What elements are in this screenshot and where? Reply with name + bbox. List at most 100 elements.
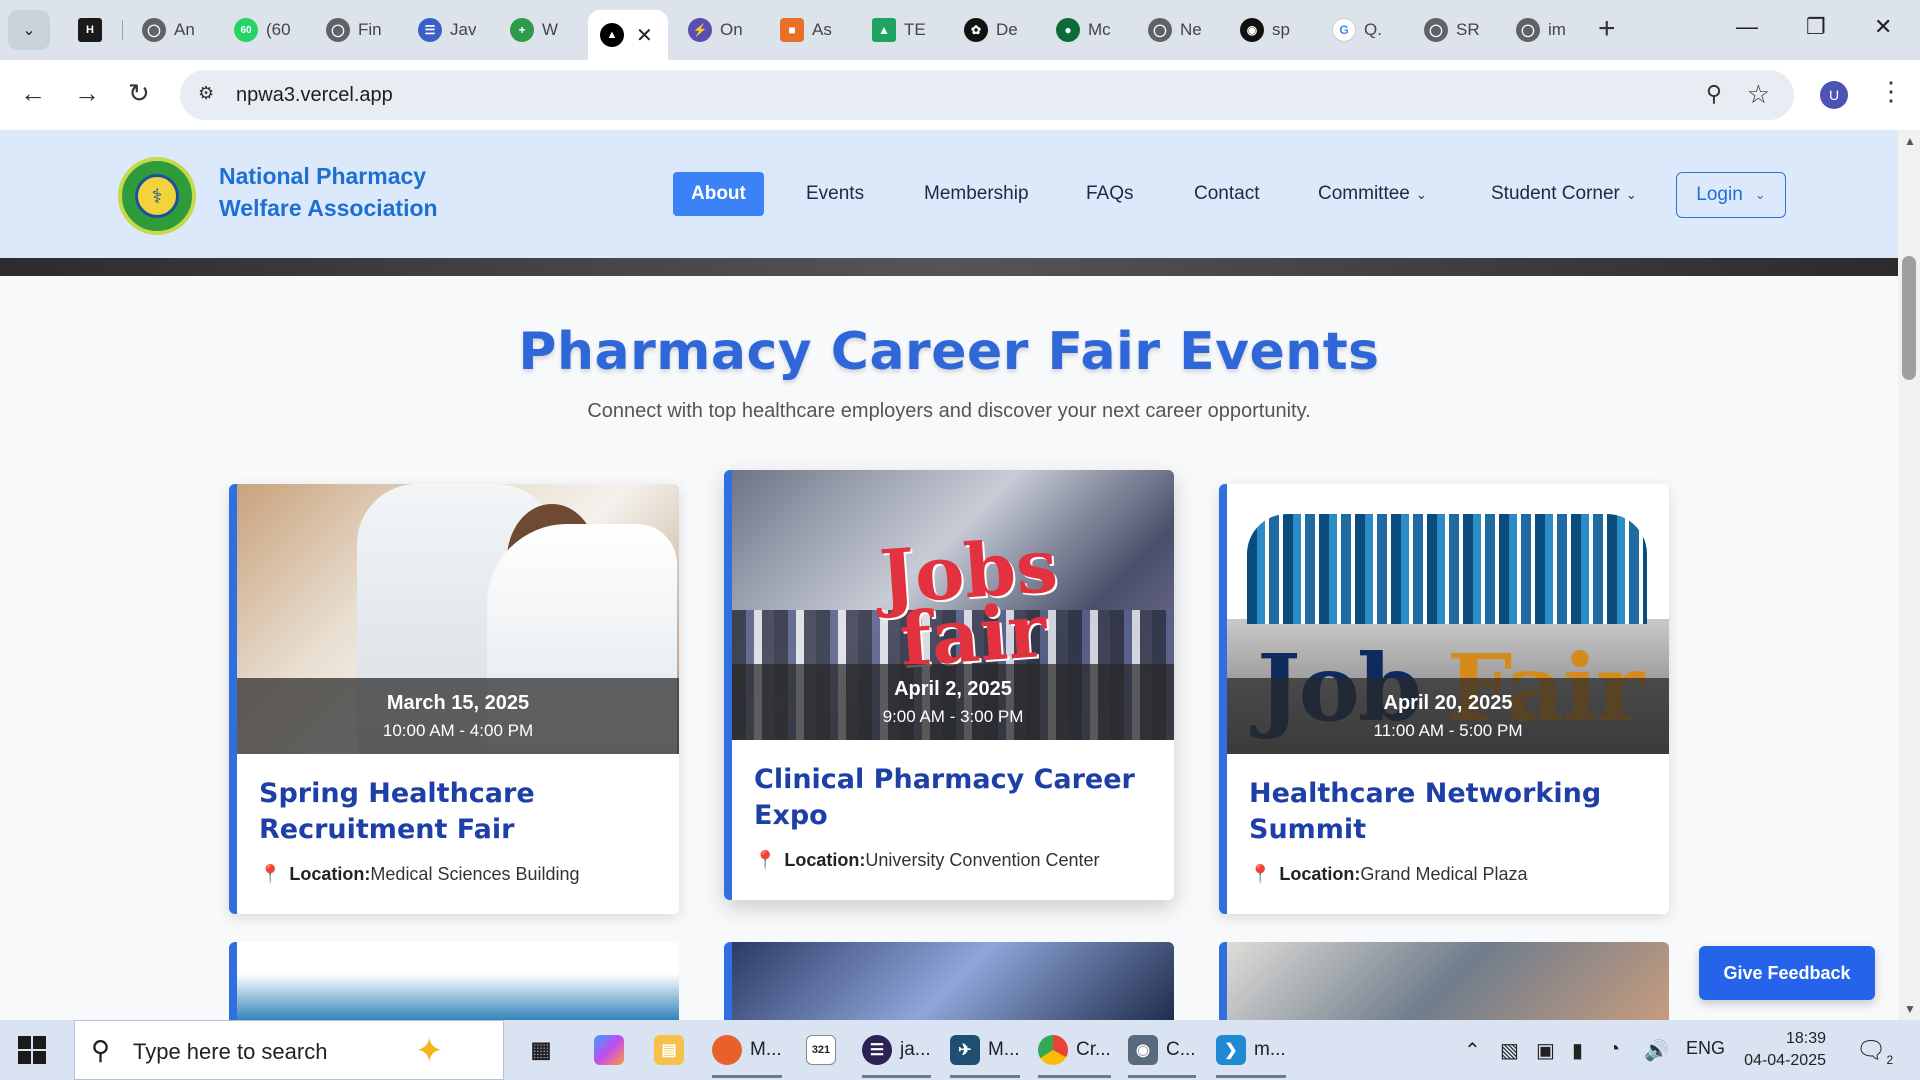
eclipse-icon: ☰ <box>862 1035 892 1065</box>
tab-search-button[interactable]: ⌄ <box>8 10 50 50</box>
taskbar-app-calendar[interactable]: 321 <box>806 1032 836 1068</box>
volume-icon[interactable]: 🔊 <box>1644 1038 1669 1063</box>
brand-name[interactable]: National Pharmacy Welfare Association <box>219 160 459 224</box>
nav-membership[interactable]: Membership <box>924 172 1029 216</box>
display-icon[interactable]: ▣ <box>1536 1038 1555 1063</box>
location-pin-icon: 📍 <box>754 850 777 870</box>
file-explorer-button[interactable]: ▤ <box>654 1032 684 1068</box>
taskbar-app-firefox[interactable]: M... <box>712 1032 782 1078</box>
site-info-icon[interactable]: ⚙ <box>198 83 214 104</box>
tab-title: Fin <box>358 20 382 39</box>
event-card-partial[interactable] <box>724 942 1174 1020</box>
tab-title: Ne <box>1180 20 1202 39</box>
location-label: Location: <box>289 864 371 884</box>
location-value: Grand Medical Plaza <box>1360 864 1528 884</box>
wifi-icon[interactable]: ◔ <box>1608 1038 1620 1061</box>
scroll-down-icon[interactable]: ▼ <box>1904 1002 1916 1016</box>
image-detail <box>1247 514 1647 624</box>
browser-tab[interactable]: 60 (60 <box>222 10 310 50</box>
event-location: 📍 Location:University Convention Center <box>754 850 1152 871</box>
back-icon[interactable]: ← <box>20 78 46 109</box>
tab-title: im <box>1548 20 1566 39</box>
give-feedback-button[interactable]: Give Feedback <box>1699 946 1875 1000</box>
page-scrollbar[interactable]: ▲ ▼ <box>1898 130 1920 1020</box>
copilot-button[interactable] <box>594 1032 624 1068</box>
address-bar[interactable]: ⚙ npwa3.vercel.app ⚲ ☆ <box>180 70 1794 120</box>
event-card-partial[interactable] <box>229 942 679 1020</box>
login-button[interactable]: Login ⌄ <box>1676 172 1786 218</box>
taskbar-app-vscode[interactable]: ❯ m... <box>1216 1032 1286 1078</box>
browser-tab[interactable]: ■ As <box>768 10 856 50</box>
chevron-down-icon: ⌄ <box>22 22 36 39</box>
scrollbar-thumb[interactable] <box>1902 256 1916 380</box>
nav-faqs[interactable]: FAQs <box>1086 172 1134 216</box>
browser-tab[interactable]: ◉ sp <box>1228 10 1316 50</box>
nav-student-corner[interactable]: Student Corner ⌄ <box>1491 172 1637 217</box>
nav-events[interactable]: Events <box>806 172 864 216</box>
language-indicator[interactable]: ENG <box>1686 1038 1725 1059</box>
bookmark-star-icon[interactable]: ☆ <box>1747 79 1770 110</box>
notification-center-icon[interactable]: 🗨2 <box>1856 1036 1893 1067</box>
new-tab-button[interactable]: + <box>1598 14 1616 44</box>
event-title: Clinical Pharmacy Career Expo <box>754 764 1135 831</box>
forward-icon[interactable]: → <box>74 78 100 109</box>
url-text[interactable]: npwa3.vercel.app <box>236 84 393 107</box>
zoom-icon[interactable]: ⚲ <box>1706 81 1722 107</box>
taskbar-app-camera[interactable]: ◉ C... <box>1128 1032 1196 1078</box>
browser-tab[interactable]: G Q. <box>1320 10 1408 50</box>
browser-tab[interactable]: ◯ An <box>130 10 218 50</box>
browser-tab[interactable]: ⚡ On <box>676 10 764 50</box>
taskbar-app-chrome[interactable]: Cr... <box>1038 1032 1111 1078</box>
nav-about[interactable]: About <box>673 172 764 216</box>
browser-tab[interactable]: ▲ TE <box>860 10 948 50</box>
browser-tab[interactable]: ◯ Fin <box>314 10 402 50</box>
event-time: 9:00 AM - 3:00 PM <box>882 707 1024 726</box>
windows-start-icon[interactable] <box>18 1036 46 1064</box>
meet-now-icon[interactable]: ▧ <box>1500 1038 1519 1063</box>
taskbar-app-eclipse[interactable]: ☰ ja... <box>862 1032 931 1078</box>
minimize-icon[interactable]: — <box>1736 14 1758 40</box>
taskbar-clock[interactable]: 18:39 04-04-2025 <box>1736 1028 1826 1072</box>
whatsapp-icon: 60 <box>234 18 258 42</box>
reload-icon[interactable]: ↻ <box>128 78 150 109</box>
browser-tab[interactable]: ✿ De <box>952 10 1040 50</box>
profile-avatar[interactable]: U <box>1820 81 1848 109</box>
taskbar-search[interactable]: ⚲ Type here to search ✦ <box>74 1020 504 1080</box>
vercel-icon: ▲ <box>600 23 624 47</box>
mysql-icon: ✈ <box>950 1035 980 1065</box>
battery-icon[interactable]: ▮ <box>1572 1038 1583 1063</box>
event-card[interactable]: March 15, 2025 10:00 AM - 4:00 PM Spring… <box>229 484 679 914</box>
event-card[interactable]: Jobs fair April 2, 2025 9:00 AM - 3:00 P… <box>724 470 1174 900</box>
caduceus-icon: ⚕ <box>135 174 179 218</box>
event-card-partial[interactable] <box>1219 942 1669 1020</box>
location-pin-icon: 📍 <box>259 864 282 884</box>
browser-tab-active[interactable]: ▲ ✕ <box>588 10 668 60</box>
event-card[interactable]: Job Fair April 20, 2025 11:00 AM - 5:00 … <box>1219 484 1669 914</box>
chevron-up-icon[interactable]: ⌃ <box>1464 1038 1481 1063</box>
nav-committee[interactable]: Committee ⌄ <box>1318 172 1427 217</box>
nav-contact[interactable]: Contact <box>1194 172 1259 216</box>
tab-title: (60 <box>266 20 291 39</box>
browser-tab[interactable]: H <box>66 10 112 50</box>
browser-tab[interactable]: ◯ SR <box>1412 10 1500 50</box>
copilot-icon <box>594 1035 624 1065</box>
location-label: Location: <box>784 850 866 870</box>
chevron-down-icon: ⌄ <box>1415 187 1427 202</box>
browser-tab[interactable]: ☰ Jav <box>406 10 494 50</box>
browser-tab[interactable]: ◯ im <box>1504 10 1592 50</box>
browser-tab[interactable]: ◯ Ne <box>1136 10 1224 50</box>
tab-title: W <box>542 20 559 39</box>
tab-title: Q. <box>1364 20 1382 39</box>
restore-icon[interactable]: ❐ <box>1806 14 1826 40</box>
scroll-up-icon[interactable]: ▲ <box>1904 134 1916 148</box>
bolt-icon: ⚡ <box>688 18 712 42</box>
browser-tab[interactable]: + W <box>498 10 586 50</box>
image-text: Jobs fair <box>877 523 1064 684</box>
task-view-button[interactable]: ▦ <box>526 1032 556 1068</box>
npwa-logo[interactable]: ⚕ <box>118 157 196 235</box>
taskbar-app-mysql[interactable]: ✈ M... <box>950 1032 1020 1078</box>
browser-tab[interactable]: ● Mc <box>1044 10 1132 50</box>
close-window-icon[interactable]: ✕ <box>1874 14 1892 40</box>
close-tab-icon[interactable]: ✕ <box>636 23 653 48</box>
more-menu-icon[interactable]: ⋮ <box>1878 76 1904 107</box>
